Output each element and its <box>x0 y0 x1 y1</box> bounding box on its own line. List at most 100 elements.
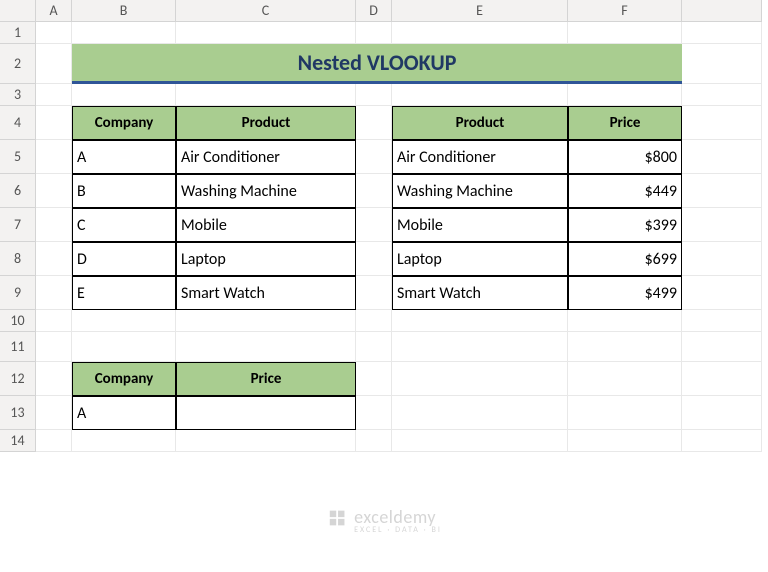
cell-F12[interactable] <box>568 362 682 396</box>
row-header-2[interactable]: 2 <box>0 44 36 84</box>
table1-product-2[interactable]: Mobile <box>176 208 356 242</box>
cell-A7[interactable] <box>36 208 72 242</box>
cell-B11[interactable] <box>72 332 176 362</box>
cell-A5[interactable] <box>36 140 72 174</box>
table1-company-2[interactable]: C <box>72 208 176 242</box>
cell-C11[interactable] <box>176 332 356 362</box>
col-header-E[interactable]: E <box>392 0 568 22</box>
cell-C1[interactable] <box>176 22 356 44</box>
cell-A4[interactable] <box>36 106 72 140</box>
cell-F1[interactable] <box>568 22 682 44</box>
spreadsheet-grid[interactable]: A B C D E F 1 2 3 4 5 6 7 8 9 10 11 12 1… <box>0 0 768 452</box>
cell-G6[interactable] <box>682 174 762 208</box>
cell-G7[interactable] <box>682 208 762 242</box>
cell-E14[interactable] <box>392 430 568 452</box>
cell-F3[interactable] <box>568 84 682 106</box>
table2-product-1[interactable]: Washing Machine <box>392 174 568 208</box>
cell-E10[interactable] <box>392 310 568 332</box>
table2-price-2[interactable]: $399 <box>568 208 682 242</box>
row-header-13[interactable]: 13 <box>0 396 36 430</box>
row-header-7[interactable]: 7 <box>0 208 36 242</box>
cell-G5[interactable] <box>682 140 762 174</box>
cell-G2[interactable] <box>682 44 762 84</box>
cell-D7[interactable] <box>356 208 392 242</box>
cell-A11[interactable] <box>36 332 72 362</box>
col-header-A[interactable]: A <box>36 0 72 22</box>
cell-A6[interactable] <box>36 174 72 208</box>
table2-product-2[interactable]: Mobile <box>392 208 568 242</box>
cell-D6[interactable] <box>356 174 392 208</box>
cell-B3[interactable] <box>72 84 176 106</box>
cell-A10[interactable] <box>36 310 72 332</box>
cell-D14[interactable] <box>356 430 392 452</box>
cell-A12[interactable] <box>36 362 72 396</box>
cell-D5[interactable] <box>356 140 392 174</box>
row-header-9[interactable]: 9 <box>0 276 36 310</box>
table1-product-1[interactable]: Washing Machine <box>176 174 356 208</box>
cell-E3[interactable] <box>392 84 568 106</box>
cell-G10[interactable] <box>682 310 762 332</box>
table1-product-0[interactable]: Air Conditioner <box>176 140 356 174</box>
cell-G3[interactable] <box>682 84 762 106</box>
cell-A8[interactable] <box>36 242 72 276</box>
table1-company-4[interactable]: E <box>72 276 176 310</box>
table2-price-4[interactable]: $499 <box>568 276 682 310</box>
cell-G13[interactable] <box>682 396 762 430</box>
table2-product-3[interactable]: Laptop <box>392 242 568 276</box>
cell-D11[interactable] <box>356 332 392 362</box>
cell-D13[interactable] <box>356 396 392 430</box>
cell-D3[interactable] <box>356 84 392 106</box>
cell-E11[interactable] <box>392 332 568 362</box>
table1-product-3[interactable]: Laptop <box>176 242 356 276</box>
table3-price-0[interactable] <box>176 396 356 430</box>
cell-G9[interactable] <box>682 276 762 310</box>
title-cell[interactable]: Nested VLOOKUP <box>72 44 682 84</box>
row-header-4[interactable]: 4 <box>0 106 36 140</box>
cell-E12[interactable] <box>392 362 568 396</box>
table1-company-1[interactable]: B <box>72 174 176 208</box>
table2-header-product[interactable]: Product <box>392 106 568 140</box>
row-header-14[interactable]: 14 <box>0 430 36 452</box>
cell-D10[interactable] <box>356 310 392 332</box>
table1-header-product[interactable]: Product <box>176 106 356 140</box>
table3-header-price[interactable]: Price <box>176 362 356 396</box>
col-header-F[interactable]: F <box>568 0 682 22</box>
select-all-corner[interactable] <box>0 0 36 22</box>
row-header-3[interactable]: 3 <box>0 84 36 106</box>
table2-product-0[interactable]: Air Conditioner <box>392 140 568 174</box>
cell-C10[interactable] <box>176 310 356 332</box>
table3-header-company[interactable]: Company <box>72 362 176 396</box>
cell-D8[interactable] <box>356 242 392 276</box>
col-header-D[interactable]: D <box>356 0 392 22</box>
col-header-C[interactable]: C <box>176 0 356 22</box>
cell-D9[interactable] <box>356 276 392 310</box>
cell-G11[interactable] <box>682 332 762 362</box>
cell-A13[interactable] <box>36 396 72 430</box>
col-header-blank[interactable] <box>682 0 762 22</box>
cell-C3[interactable] <box>176 84 356 106</box>
cell-A14[interactable] <box>36 430 72 452</box>
row-header-11[interactable]: 11 <box>0 332 36 362</box>
cell-C14[interactable] <box>176 430 356 452</box>
cell-A3[interactable] <box>36 84 72 106</box>
row-header-1[interactable]: 1 <box>0 22 36 44</box>
cell-D12[interactable] <box>356 362 392 396</box>
row-header-5[interactable]: 5 <box>0 140 36 174</box>
table3-company-0[interactable]: A <box>72 396 176 430</box>
cell-D1[interactable] <box>356 22 392 44</box>
cell-G8[interactable] <box>682 242 762 276</box>
table2-header-price[interactable]: Price <box>568 106 682 140</box>
cell-F11[interactable] <box>568 332 682 362</box>
table1-header-company[interactable]: Company <box>72 106 176 140</box>
cell-B10[interactable] <box>72 310 176 332</box>
cell-B1[interactable] <box>72 22 176 44</box>
cell-B14[interactable] <box>72 430 176 452</box>
table2-price-1[interactable]: $449 <box>568 174 682 208</box>
cell-A1[interactable] <box>36 22 72 44</box>
cell-F14[interactable] <box>568 430 682 452</box>
cell-G12[interactable] <box>682 362 762 396</box>
cell-A2[interactable] <box>36 44 72 84</box>
row-header-8[interactable]: 8 <box>0 242 36 276</box>
cell-G4[interactable] <box>682 106 762 140</box>
table1-product-4[interactable]: Smart Watch <box>176 276 356 310</box>
